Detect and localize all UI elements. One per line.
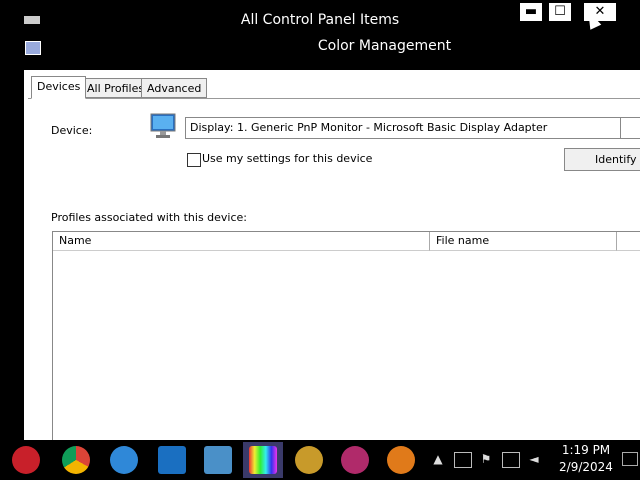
taskbar-app-edge[interactable] <box>104 442 144 478</box>
use-my-settings-label[interactable]: Use my settings for this device <box>202 152 372 165</box>
taskbar-app-color-management[interactable] <box>243 442 283 478</box>
tray-app-icon[interactable] <box>454 452 472 468</box>
flag-icon[interactable]: ⚑ <box>478 452 494 466</box>
dialog-client-area: Devices All Profiles Advanced Device: Di… <box>24 70 640 453</box>
device-label: Device: <box>51 124 93 137</box>
taskbar-app-game[interactable] <box>289 442 329 478</box>
p-app-icon <box>387 446 415 474</box>
taskbar-app-outlook[interactable] <box>152 442 192 478</box>
control-panel-icon <box>204 446 232 474</box>
game-badge-icon <box>295 446 323 474</box>
taskbar-app-chrome[interactable] <box>56 442 96 478</box>
gem-icon <box>341 446 369 474</box>
show-desktop-button[interactable] <box>622 452 638 466</box>
clock-date[interactable]: 2/9/2024 <box>558 460 614 474</box>
chrome-icon <box>62 446 90 474</box>
tab-advanced[interactable]: Advanced <box>141 78 208 98</box>
color-management-dialog: Color Management Devices All Profiles Ad… <box>22 33 640 453</box>
christmas-ornament-icon <box>12 446 40 474</box>
color-management-icon <box>249 446 277 474</box>
dialog-title: Color Management <box>317 38 452 54</box>
monitor-icon <box>150 113 176 138</box>
edge-icon <box>110 446 138 474</box>
taskbar-app-ornament[interactable] <box>6 442 46 478</box>
taskbar-app-p[interactable] <box>381 442 421 478</box>
identify-monitors-button[interactable]: Identify monitors <box>564 148 640 171</box>
column-header-filler <box>617 232 640 251</box>
clock-time[interactable]: 1:19 PM <box>558 443 614 457</box>
maximize-button[interactable]: ☐ <box>549 3 571 21</box>
speaker-muted-icon[interactable]: ◄ <box>526 452 542 466</box>
device-dropdown[interactable]: Display: 1. Generic PnP Monitor - Micros… <box>185 117 621 139</box>
taskbar-app-control-panel[interactable] <box>198 442 238 478</box>
tab-devices[interactable]: Devices <box>31 76 87 99</box>
use-my-settings-checkbox[interactable] <box>187 153 201 167</box>
background-window-title: All Control Panel Items <box>240 12 400 28</box>
column-header-name[interactable]: Name <box>53 232 430 251</box>
device-dropdown-arrow[interactable] <box>620 117 640 139</box>
tab-divider <box>28 98 640 99</box>
column-header-file-name[interactable]: File name <box>430 232 617 251</box>
profiles-label: Profiles associated with this device: <box>51 211 248 224</box>
tab-all-profiles[interactable]: All Profiles <box>81 78 151 98</box>
minimize-button[interactable]: ▬ <box>520 3 542 21</box>
show-hidden-icons-arrow[interactable]: ▲ <box>430 452 446 466</box>
profiles-list[interactable]: Name File name <box>52 231 640 453</box>
outlook-icon <box>158 446 186 474</box>
taskbar-app-gem[interactable] <box>335 442 375 478</box>
network-icon[interactable] <box>502 452 520 468</box>
taskbar <box>0 440 640 480</box>
